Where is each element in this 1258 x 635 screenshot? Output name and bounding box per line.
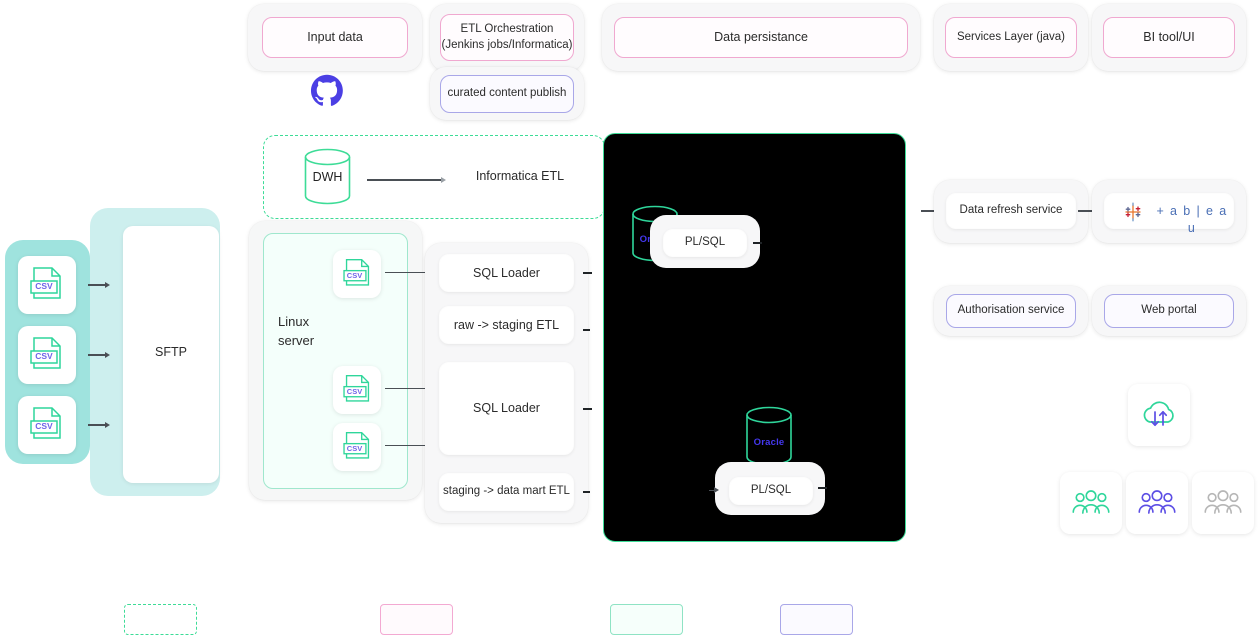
swimlane-label-input-data: Input data <box>262 17 408 58</box>
text-curated-content-publish: curated content publish <box>447 87 567 100</box>
web-portal-node[interactable]: Web portal <box>1104 294 1234 328</box>
text-linux: Linux <box>278 314 310 329</box>
text-data-refresh-service: Data refresh service <box>959 204 1063 217</box>
swimlane-curated-content-publish-shell: curated content publish <box>430 67 584 120</box>
text-etl-orchestration-line1: ETL Orchestration <box>460 22 554 35</box>
loader-sql-loader-2[interactable]: SQL Loader <box>439 362 574 455</box>
text-services-layer: Services Layer (java) <box>956 30 1065 43</box>
arrow-into-plsql-bottom <box>709 487 721 494</box>
github-icon <box>310 74 344 108</box>
sftp-label: SFTP <box>155 345 187 359</box>
source-csv-tile-1[interactable]: CSV <box>18 256 76 314</box>
text-informatica-etl: Informatica ETL <box>475 169 565 183</box>
people-group-icon <box>1138 490 1176 514</box>
legend-swatch-pink <box>380 604 453 635</box>
dwh-database-icon: DWH <box>301 148 354 205</box>
text-authorisation-service: Authorisation service <box>957 304 1065 317</box>
dwh-database-label: DWH <box>312 170 343 184</box>
data-refresh-service-node[interactable]: Data refresh service <box>946 193 1076 229</box>
arrow-stub-sqlloader1 <box>583 272 592 274</box>
swimlane-label-etl-orchestration: ETL Orchestration (Jenkins jobs/Informat… <box>440 14 574 61</box>
tableau-node[interactable]: + a b | e a u <box>1104 193 1234 235</box>
arrow-stub-stagingmart <box>583 491 590 493</box>
user-group-tile-purple[interactable] <box>1126 472 1188 534</box>
text-input-data: Input data <box>307 30 363 45</box>
user-group-tile-green[interactable] <box>1060 472 1122 534</box>
authorisation-service-node[interactable]: Authorisation service <box>946 294 1076 328</box>
arrow-stub-sqlloader2 <box>583 408 592 410</box>
people-group-icon <box>1204 490 1242 514</box>
linux-csv-tile-2[interactable]: CSV <box>333 366 381 414</box>
tableau-logo-icon <box>1123 202 1143 222</box>
text-raw-to-staging-etl: raw -> staging ETL <box>453 317 560 332</box>
linux-csv-tile-1[interactable]: CSV <box>333 250 381 298</box>
text-staging-to-data-mart-etl: staging -> data mart ETL <box>443 485 570 498</box>
sftp-node[interactable]: SFTP <box>123 226 219 483</box>
plsql-bottom-node[interactable]: PL/SQL <box>729 477 813 505</box>
text-sql-loader-1: SQL Loader <box>473 265 540 280</box>
user-group-tile-grey[interactable] <box>1192 472 1254 534</box>
people-group-icon <box>1072 490 1110 514</box>
linux-server-label: Linux server <box>278 313 348 351</box>
arrow-stub-plsql-bottom <box>818 487 827 489</box>
csv-label-3: CSV <box>35 421 53 431</box>
swimlane-label-data-persistance: Data persistance <box>614 17 908 58</box>
oracle-database-staging: Oracle <box>742 406 796 466</box>
legend-swatch-dashed-green <box>124 604 197 635</box>
csv-label-1: CSV <box>35 281 53 291</box>
cloud-sync-icon <box>1143 401 1174 427</box>
linux-csv-tile-3[interactable]: CSV <box>333 423 381 471</box>
swimlane-data-persistance: Data persistance <box>602 4 920 71</box>
swimlane-label-services-layer: Services Layer (java) <box>945 17 1077 58</box>
informatica-etl-label: Informatica ETL <box>455 169 585 187</box>
oracle-label-staging: Oracle <box>753 437 785 448</box>
linux-csv-label-1: CSV <box>346 271 363 280</box>
source-csv-tile-3[interactable]: CSV <box>18 396 76 454</box>
source-csv-tile-2[interactable]: CSV <box>18 326 76 384</box>
swimlane-services-layer: Services Layer (java) <box>934 4 1088 71</box>
linux-csv-label-3: CSV <box>346 444 363 453</box>
loader-raw-to-staging-etl[interactable]: raw -> staging ETL <box>439 306 574 344</box>
tableau-wordmark: + a b | e a u <box>1156 204 1228 235</box>
legend-swatch-green <box>610 604 683 635</box>
arrow-csv2-to-sftp <box>88 351 112 359</box>
swimlane-input-data: Input data <box>248 4 422 71</box>
arrow-csv1-to-sftp <box>88 281 112 289</box>
loader-sql-loader-1[interactable]: SQL Loader <box>439 254 574 292</box>
legend-swatch-purple <box>780 604 853 635</box>
text-plsql-bottom: PL/SQL <box>750 484 792 497</box>
plsql-top-node[interactable]: PL/SQL <box>663 229 747 257</box>
arrow-dwh-to-informatica-etl <box>367 176 449 184</box>
text-server: server <box>278 332 315 348</box>
text-sql-loader-2: SQL Loader <box>473 401 540 416</box>
text-web-portal: Web portal <box>1141 304 1197 317</box>
swimlane-etl-orchestration: ETL Orchestration (Jenkins jobs/Informat… <box>430 4 584 71</box>
cloud-sync-tile[interactable] <box>1128 384 1190 446</box>
loader-staging-to-data-mart-etl[interactable]: staging -> data mart ETL <box>439 473 574 511</box>
text-etl-orchestration-line2: (Jenkins jobs/Informatica) <box>441 38 573 51</box>
arrow-stub-rawstaging <box>583 329 590 331</box>
text-data-persistance: Data persistance <box>714 30 808 45</box>
arrow-csv3-to-sftp <box>88 421 112 429</box>
text-bi-tool-ui: BI tool/UI <box>1143 30 1195 45</box>
architecture-diagram-canvas: Input data ETL Orchestration (Jenkins jo… <box>0 0 1258 635</box>
swimlane-label-bi-tool-ui: BI tool/UI <box>1103 17 1235 58</box>
csv-label-2: CSV <box>35 351 53 361</box>
linux-csv-label-2: CSV <box>346 387 363 396</box>
swimlane-bi-tool-ui: BI tool/UI <box>1092 4 1246 71</box>
swimlane-label-curated-content-publish: curated content publish <box>440 75 574 113</box>
arrow-stub-plsql-top <box>753 242 762 244</box>
text-plsql-top: PL/SQL <box>684 236 726 249</box>
